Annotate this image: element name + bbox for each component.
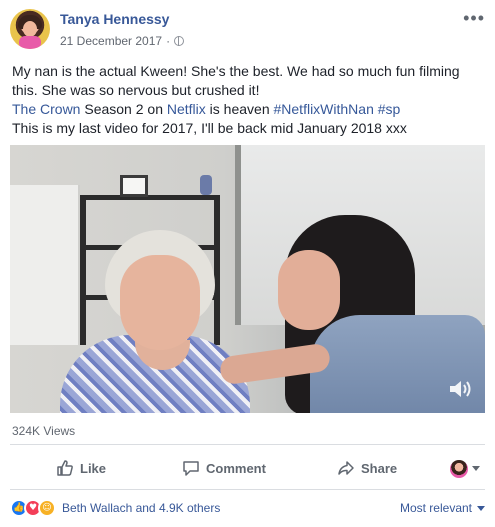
text-is-heaven: is heaven (205, 101, 274, 117)
post-meta: 21 December 2017 · (60, 34, 185, 48)
post-text-line-3: This is my last video for 2017, I'll be … (12, 120, 407, 136)
sort-comments-dropdown[interactable]: Most relevant (400, 501, 485, 515)
video-cabinet (10, 185, 80, 345)
thumbs-up-icon (57, 460, 73, 476)
post-text: My nan is the actual Kween! She's the be… (12, 62, 487, 138)
comment-icon (183, 461, 199, 476)
shelf-bar (86, 195, 214, 200)
chevron-down-icon[interactable] (472, 466, 480, 471)
post-date[interactable]: 21 December 2017 (60, 34, 162, 48)
hashtag-sp[interactable]: #sp (378, 101, 401, 117)
reactions-bar: 👍 ♥ ☺ Beth Wallach and 4.9K others Most … (10, 497, 485, 519)
globe-icon[interactable] (174, 36, 185, 46)
author-name[interactable]: Tanya Hennessy (60, 11, 169, 27)
share-button[interactable]: Share (337, 452, 397, 484)
sort-label: Most relevant (399, 501, 472, 515)
post-header: Tanya Hennessy 21 December 2017 · ••• (0, 0, 495, 58)
volume-icon[interactable] (447, 377, 473, 401)
divider-top (10, 444, 485, 445)
avatar-face (23, 21, 37, 37)
chevron-down-icon (477, 505, 485, 511)
post-text-line-2: The Crown Season 2 on Netflix is heaven … (12, 100, 487, 119)
meta-separator: · (166, 34, 171, 48)
more-options-icon[interactable]: ••• (463, 8, 485, 29)
action-bar: Like Comment Share (10, 452, 485, 484)
link-netflix[interactable]: Netflix (167, 101, 206, 117)
post-text-line-1: My nan is the actual Kween! She's the be… (12, 63, 460, 98)
video-nan-face (120, 255, 200, 350)
video-vase (200, 175, 212, 195)
text-season: Season 2 on (80, 101, 167, 117)
share-as-avatar[interactable] (450, 460, 468, 478)
link-the-crown[interactable]: The Crown (12, 101, 80, 117)
share-label: Share (361, 460, 398, 476)
view-count: 324K Views (12, 424, 76, 438)
video-player[interactable] (10, 145, 485, 413)
video-person-face (278, 250, 340, 330)
divider-bottom (10, 489, 485, 490)
like-label: Like (80, 460, 107, 476)
reaction-summary[interactable]: Beth Wallach and 4.9K others (62, 501, 220, 515)
haha-reaction-icon: ☺ (38, 499, 56, 517)
share-icon (338, 461, 354, 475)
author-avatar[interactable] (10, 9, 50, 49)
hashtag-netflixwithnan[interactable]: #NetflixWithNan (274, 101, 374, 117)
comment-label: Comment (206, 460, 266, 476)
video-photo-frame (120, 175, 148, 197)
like-button[interactable]: Like (56, 452, 106, 484)
avatar-scarf (19, 36, 41, 49)
comment-button[interactable]: Comment (182, 452, 266, 484)
reaction-icons[interactable]: 👍 ♥ ☺ (10, 499, 60, 517)
